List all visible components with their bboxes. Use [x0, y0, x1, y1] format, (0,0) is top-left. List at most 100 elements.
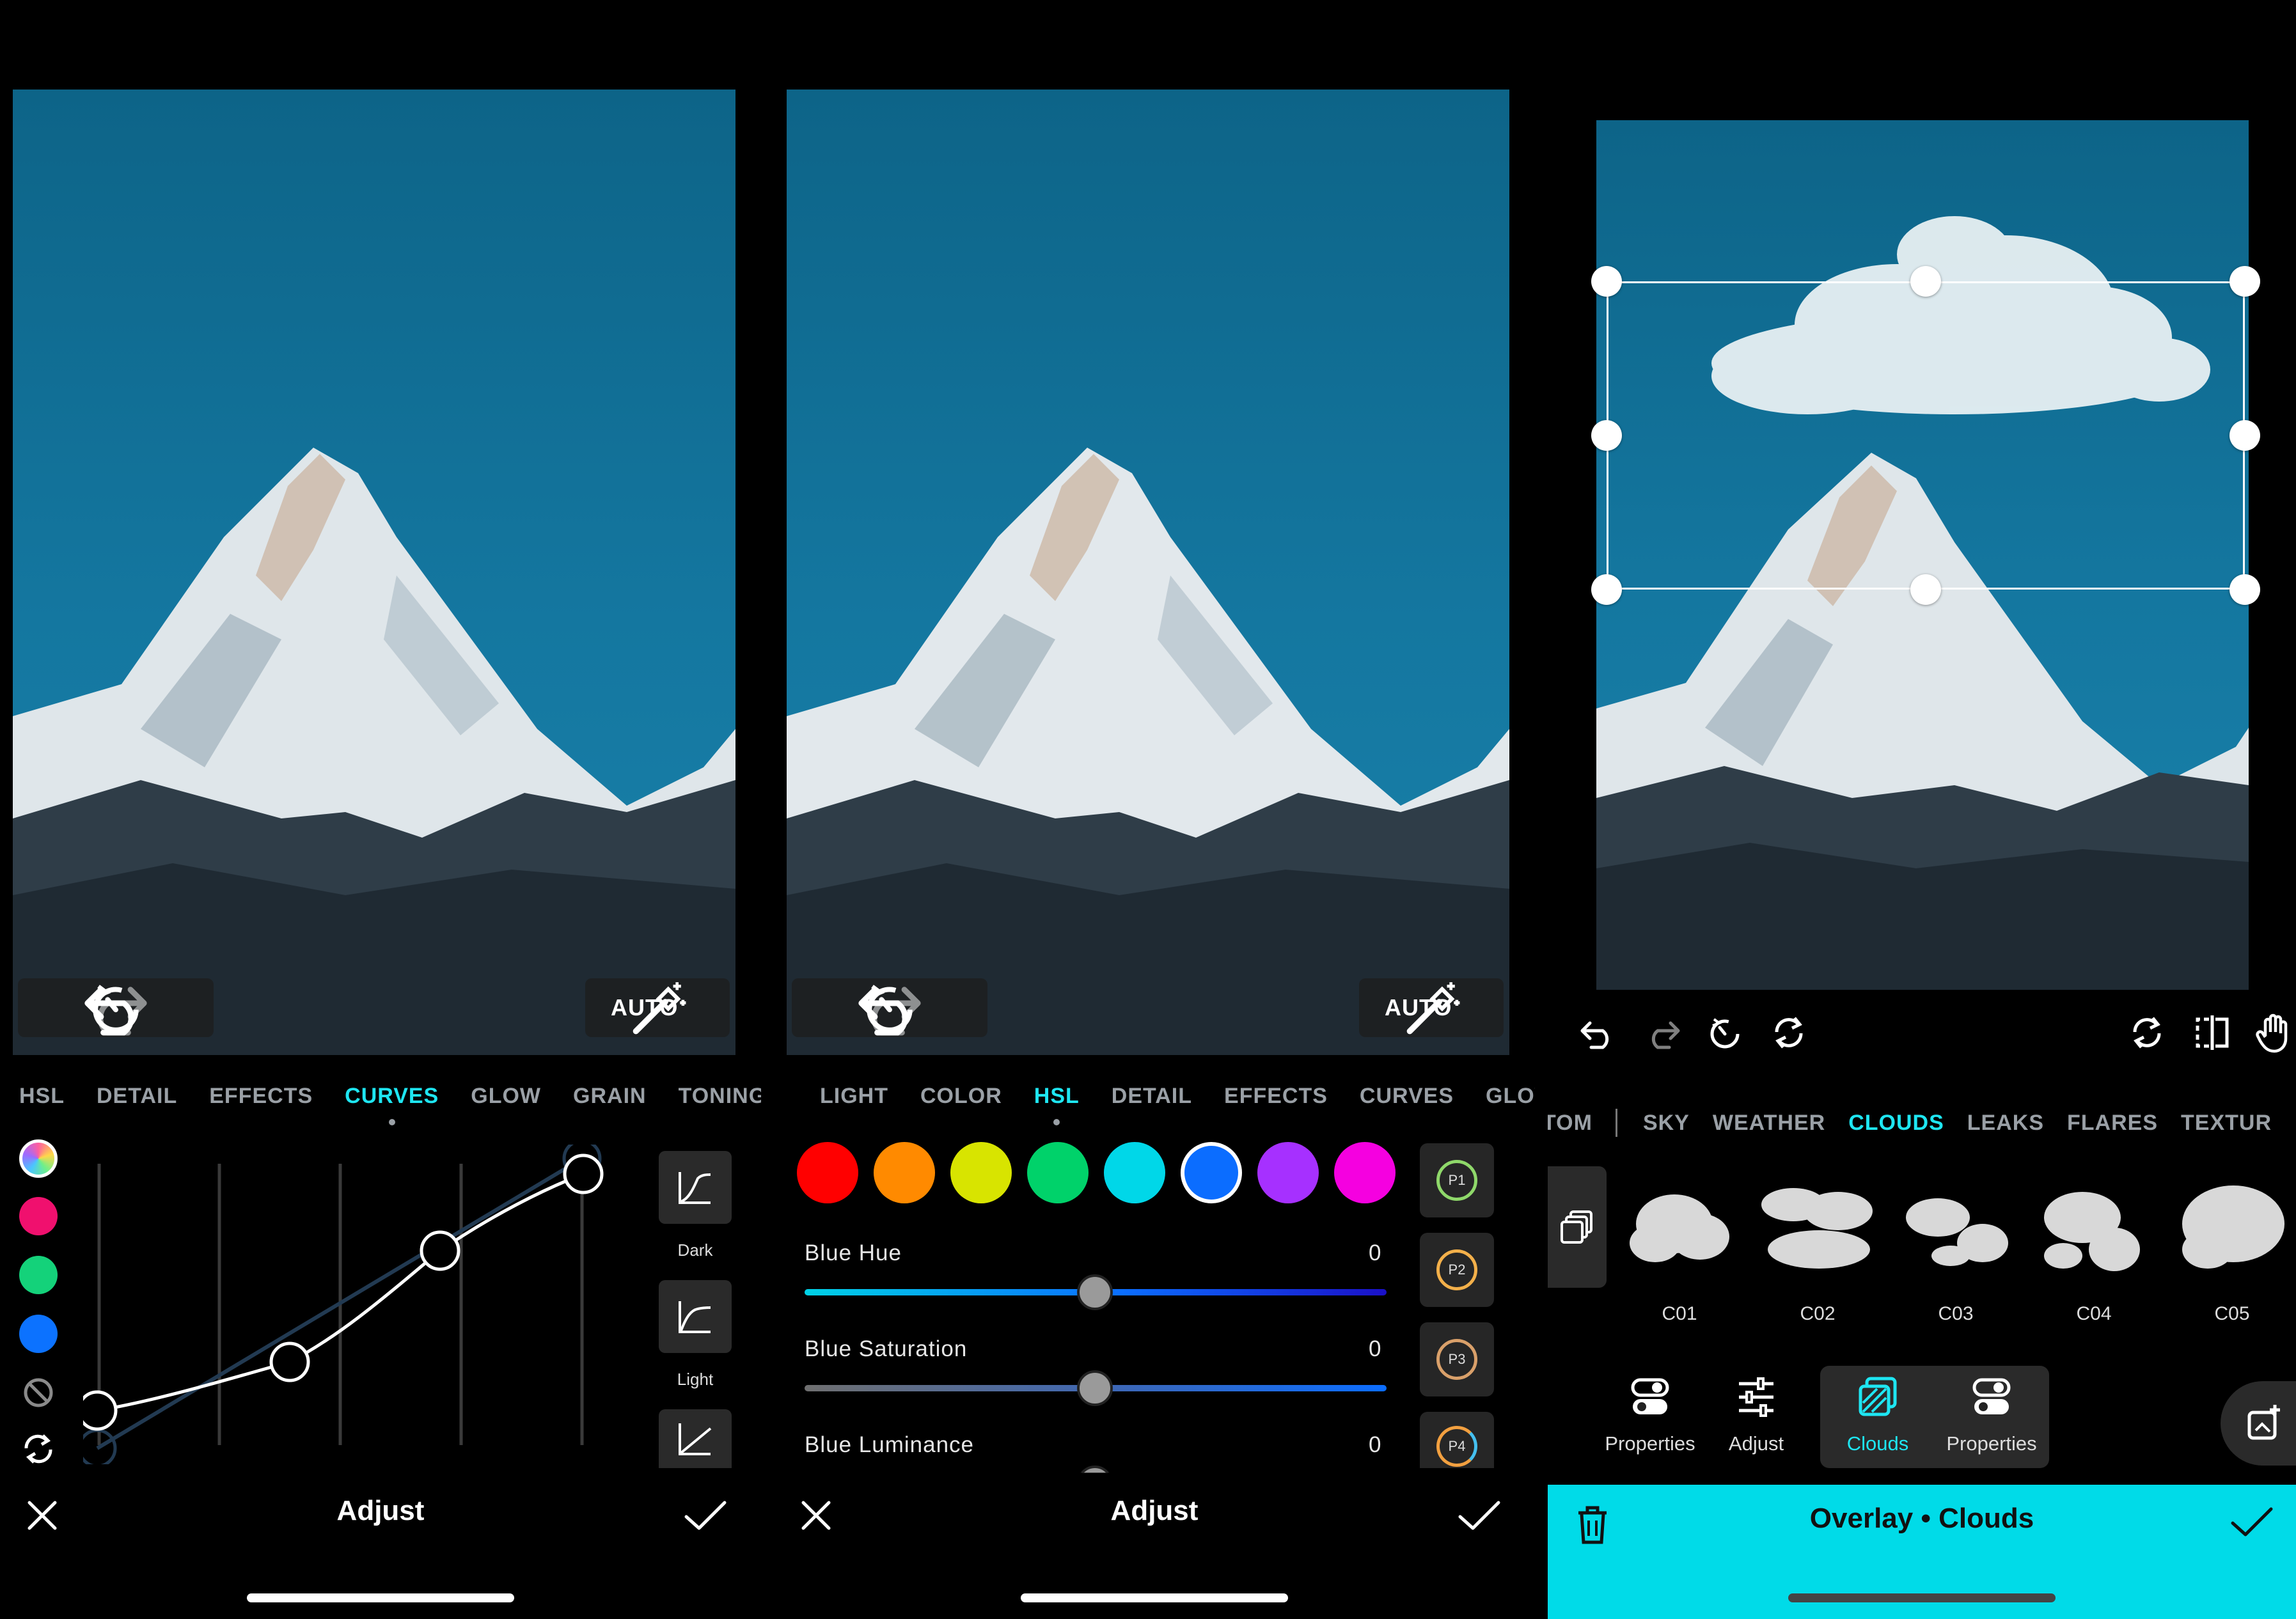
- transform-handle-tr[interactable]: [2229, 266, 2260, 297]
- tab-curves[interactable]: CURVES: [345, 1083, 439, 1125]
- color-swatch-row: [797, 1142, 1500, 1206]
- preset-chip-label: P1: [1436, 1160, 1477, 1201]
- transform-handle-mr[interactable]: [2229, 420, 2260, 451]
- cloud-thumbnail-label: C04: [2076, 1303, 2112, 1324]
- bottom-bar: Adjust: [774, 1471, 1535, 1619]
- slider-label: Blue Hue: [805, 1240, 902, 1265]
- preset-chip-label: P4: [1436, 1426, 1477, 1467]
- rotate-icon[interactable]: [2128, 1014, 2166, 1054]
- home-indicator: [1788, 1593, 2056, 1602]
- green-channel-dot[interactable]: [19, 1256, 58, 1294]
- transform-handle-ml[interactable]: [1591, 420, 1622, 451]
- auto-button[interactable]: AUTO: [585, 978, 730, 1037]
- tab-light[interactable]: LIGHT: [820, 1084, 888, 1109]
- curve-preset-dark[interactable]: [659, 1151, 732, 1224]
- color-swatch[interactable]: [950, 1142, 1012, 1203]
- transform-handle-bl[interactable]: [1591, 574, 1622, 605]
- check-icon[interactable]: [2229, 1503, 2274, 1541]
- transform-handle-br[interactable]: [2229, 574, 2260, 605]
- color-swatch[interactable]: [1181, 1142, 1242, 1203]
- slider-label: Blue Luminance: [805, 1432, 974, 1457]
- curve-preset-light[interactable]: [659, 1280, 732, 1353]
- tab-toning[interactable]: TONING: [679, 1084, 761, 1109]
- color-swatch[interactable]: [1104, 1142, 1165, 1203]
- hue-slider-knob[interactable]: [1077, 1274, 1113, 1310]
- color-swatch[interactable]: [797, 1142, 858, 1203]
- tab-weather[interactable]: WEATHER: [1713, 1111, 1825, 1136]
- cloud-thumbnail[interactable]: [2031, 1166, 2157, 1292]
- cloud-thumbnail[interactable]: [2169, 1166, 2295, 1292]
- red-channel-dot[interactable]: [19, 1197, 58, 1235]
- preset-chip-p4[interactable]: P4: [1420, 1412, 1494, 1468]
- tab-custom[interactable]: TOM: [1548, 1111, 1592, 1136]
- properties-icon: [1628, 1375, 1672, 1423]
- saturation-slider-knob[interactable]: [1077, 1370, 1113, 1406]
- cloud-thumbnail[interactable]: [1893, 1166, 2018, 1292]
- transform-handle-bc[interactable]: [1910, 574, 1941, 605]
- preset-chip-p1[interactable]: P1: [1420, 1143, 1494, 1217]
- overlay-sub-toolbar: Properties Adjust Clouds Properties: [1548, 1366, 2251, 1468]
- tab-color[interactable]: COLOR: [920, 1084, 1002, 1109]
- hand-icon[interactable]: [2255, 1013, 2293, 1057]
- no-color-icon[interactable]: [19, 1373, 58, 1412]
- tab-curves-label: CURVES: [345, 1083, 439, 1108]
- check-icon[interactable]: [1457, 1496, 1502, 1535]
- tab-textures[interactable]: TEXTUR: [2181, 1111, 2272, 1136]
- reset-history-icon[interactable]: [1706, 1014, 1743, 1054]
- color-swatch[interactable]: [1257, 1142, 1319, 1203]
- cloud-thumbnail[interactable]: [1617, 1166, 1742, 1292]
- bottom-bar: Overlay • Clouds: [1548, 1485, 2296, 1619]
- tab-curves[interactable]: CURVES: [1360, 1084, 1454, 1109]
- color-swatch[interactable]: [874, 1142, 935, 1203]
- home-indicator: [247, 1593, 514, 1602]
- undo-icon[interactable]: [1580, 1017, 1617, 1053]
- cloud-thumbnail[interactable]: [1755, 1166, 1880, 1292]
- transform-handle-tl[interactable]: [1591, 266, 1622, 297]
- slider-value: 0: [1369, 1432, 1381, 1457]
- tab-glow[interactable]: GLOW: [1486, 1084, 1535, 1109]
- tab-clouds[interactable]: CLOUDS: [1848, 1111, 1944, 1136]
- preset-chip-p3[interactable]: P3: [1420, 1322, 1494, 1396]
- color-swatch[interactable]: [1334, 1142, 1396, 1203]
- redo-icon[interactable]: [1644, 1017, 1681, 1053]
- sub-toolbar-properties-button[interactable]: Properties: [1934, 1366, 2049, 1468]
- tab-effects[interactable]: EFFECTS: [209, 1084, 313, 1109]
- swap-icon[interactable]: [19, 1430, 58, 1468]
- sub-toolbar-clouds-button[interactable]: Clouds: [1820, 1366, 1935, 1468]
- sync-icon[interactable]: [1770, 1014, 1807, 1054]
- sub-toolbar-adjust-button[interactable]: Adjust: [1692, 1366, 1820, 1468]
- transform-box[interactable]: [1607, 281, 2245, 590]
- overlay-tools-row: [1580, 1013, 2288, 1058]
- overlay-category-tabs: TOM SKY WEATHER CLOUDS LEAKS FLARES TEXT…: [1548, 1104, 2296, 1142]
- tool-tabs: LIGHT COLOR HSL DETAIL EFFECTS CURVES GL…: [820, 1077, 1535, 1125]
- tab-detail[interactable]: DETAIL: [1112, 1084, 1192, 1109]
- transform-handle-tc[interactable]: [1910, 266, 1941, 297]
- check-icon[interactable]: [683, 1496, 728, 1535]
- layers-button[interactable]: [1548, 1166, 1607, 1288]
- tab-grain[interactable]: GRAIN: [573, 1084, 647, 1109]
- blue-channel-dot[interactable]: [19, 1315, 58, 1353]
- tab-effects[interactable]: EFFECTS: [1224, 1084, 1328, 1109]
- tab-detail[interactable]: DETAIL: [97, 1084, 177, 1109]
- color-wheel-icon[interactable]: [19, 1139, 58, 1178]
- tab-leaks[interactable]: LEAKS: [1967, 1111, 2044, 1136]
- slider-value: 0: [1369, 1336, 1381, 1361]
- preset-chip-p2[interactable]: P2: [1420, 1233, 1494, 1307]
- tab-flares[interactable]: FLARES: [2067, 1111, 2158, 1136]
- tab-sky[interactable]: SKY: [1643, 1111, 1690, 1136]
- slider-value: 0: [1369, 1240, 1381, 1265]
- bottom-title: Overlay • Clouds: [1809, 1503, 2034, 1534]
- editor-panel-overlay: TOM SKY WEATHER CLOUDS LEAKS FLARES TEXT…: [1548, 0, 2296, 1619]
- editor-panel-curves: AUTO HSL DETAIL EFFECTS CURVES GLOW GRAI…: [0, 0, 761, 1619]
- tab-hsl[interactable]: HSL: [19, 1084, 65, 1109]
- flip-icon[interactable]: [2192, 1014, 2232, 1054]
- tool-tabs: HSL DETAIL EFFECTS CURVES GLOW GRAIN TON…: [19, 1077, 761, 1125]
- tab-glow[interactable]: GLOW: [471, 1084, 541, 1109]
- preset-chip-label: P3: [1436, 1339, 1477, 1380]
- layers-icon: [1561, 1210, 1592, 1244]
- auto-button[interactable]: AUTO: [1359, 978, 1504, 1037]
- tab-hsl[interactable]: HSL: [1034, 1084, 1080, 1125]
- color-swatch[interactable]: [1027, 1142, 1089, 1203]
- curves-graph[interactable]: [83, 1145, 608, 1464]
- curve-preset-3[interactable]: [659, 1409, 732, 1468]
